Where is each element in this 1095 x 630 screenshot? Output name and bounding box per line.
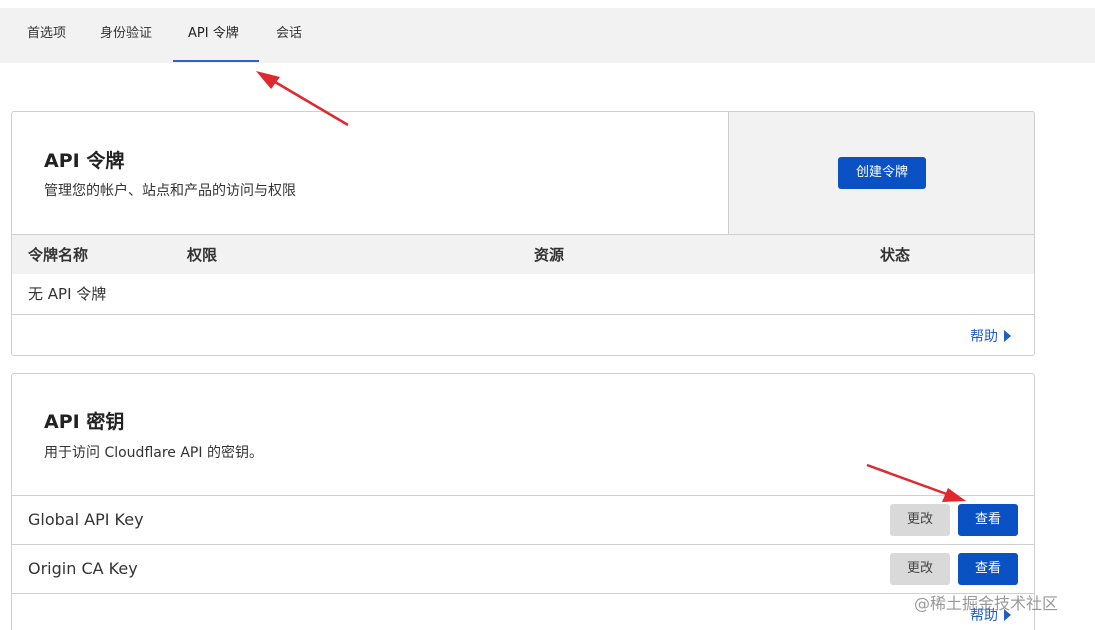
change-global-api-key-button[interactable]: 更改 <box>890 504 950 536</box>
key-row-origin-ca-key: Origin CA Key 更改 查看 <box>12 544 1034 593</box>
api-keys-title: API 密钥 <box>44 411 125 433</box>
tab-preferences[interactable]: 首选项 <box>27 8 66 63</box>
column-header-permissions: 权限 <box>187 246 218 264</box>
key-name: Origin CA Key <box>28 559 138 578</box>
tokens-empty-state: 无 API 令牌 <box>28 285 107 303</box>
help-link-label: 帮助 <box>970 329 998 345</box>
watermark: @稀土掘金技术社区 <box>914 594 1059 613</box>
tab-authentication[interactable]: 身份验证 <box>100 8 152 63</box>
view-global-api-key-button[interactable]: 查看 <box>958 504 1018 536</box>
active-tab-indicator <box>173 60 259 62</box>
column-header-status: 状态 <box>880 246 911 264</box>
settings-tab-bar: 首选项 身份验证 API 令牌 会话 <box>0 8 1095 63</box>
view-origin-ca-key-button[interactable]: 查看 <box>958 553 1018 585</box>
column-header-resources: 资源 <box>534 246 565 264</box>
keys-divider <box>12 593 1034 594</box>
caret-right-icon <box>1004 330 1011 342</box>
api-tokens-description: 管理您的帐户、站点和产品的访问与权限 <box>44 183 296 199</box>
api-keys-description: 用于访问 Cloudflare API 的密钥。 <box>44 445 263 461</box>
api-tokens-help-link[interactable]: 帮助 <box>970 326 1011 346</box>
key-name: Global API Key <box>28 510 144 529</box>
key-row-global-api-key: Global API Key 更改 查看 <box>12 495 1034 544</box>
column-header-token-name: 令牌名称 <box>28 246 89 264</box>
tokens-divider <box>12 314 1034 315</box>
api-tokens-title: API 令牌 <box>44 150 125 172</box>
api-keys-card: API 密钥 用于访问 Cloudflare API 的密钥。 Global A… <box>11 373 1035 630</box>
api-tokens-card: API 令牌 管理您的帐户、站点和产品的访问与权限 创建令牌 令牌名称 权限 资… <box>11 111 1035 356</box>
tab-api-tokens[interactable]: API 令牌 <box>188 8 239 63</box>
tab-sessions[interactable]: 会话 <box>276 8 302 63</box>
tokens-table-header: 令牌名称 权限 资源 状态 <box>12 234 1034 274</box>
create-token-button[interactable]: 创建令牌 <box>838 157 926 189</box>
change-origin-ca-key-button[interactable]: 更改 <box>890 553 950 585</box>
api-tokens-action-panel: 创建令牌 <box>728 112 1034 234</box>
